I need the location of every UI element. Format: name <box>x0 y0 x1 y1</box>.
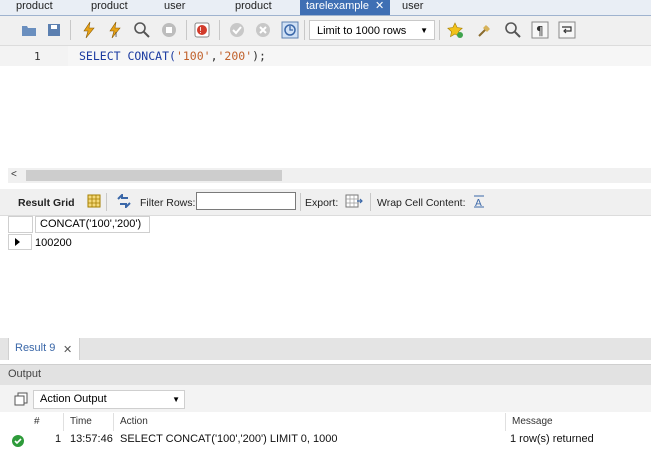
tab-product-1[interactable]: product <box>14 0 53 15</box>
svg-text:!: ! <box>199 26 202 35</box>
rollback-icon[interactable] <box>254 21 272 39</box>
svg-text:¶: ¶ <box>536 24 544 38</box>
tab-user-1[interactable]: user <box>162 0 185 15</box>
tab-label: tarelexample <box>306 0 369 12</box>
toggle-error-icon[interactable]: ! <box>193 21 211 39</box>
output-row-message: 1 row(s) returned <box>510 433 594 445</box>
result-grid-button[interactable]: Result Grid <box>18 197 75 209</box>
sql-comma: , <box>210 49 218 63</box>
wrap-cell-icon[interactable]: A <box>472 195 486 208</box>
chevron-down-icon: ▼ <box>172 395 180 404</box>
result-tab-strip <box>0 338 651 360</box>
sql-string-arg: '200' <box>217 49 253 63</box>
output-mode-label: Action Output <box>40 393 107 405</box>
sql-tail: ); <box>252 49 266 63</box>
scroll-left-icon[interactable]: < <box>11 169 17 180</box>
output-col-message[interactable]: Message <box>506 413 651 431</box>
tab-product-2[interactable]: product <box>89 0 128 15</box>
toolbar-separator <box>300 193 301 211</box>
tab-user-2[interactable]: user <box>400 0 423 15</box>
line-number: 1 <box>34 50 41 63</box>
toolbar-separator <box>439 20 440 40</box>
grid-column-header[interactable]: CONCAT('100','200') <box>35 216 150 233</box>
grid-row-selector[interactable] <box>8 234 32 250</box>
chevron-down-icon: ▼ <box>420 26 428 35</box>
filter-rows-label: Filter Rows: <box>140 197 196 209</box>
explain-icon[interactable] <box>133 21 151 39</box>
tab-product-3[interactable]: product <box>233 0 272 15</box>
sql-toolbar: I ! Limit to 1000 rows ▼ ¶ <box>0 16 651 46</box>
output-row-time: 13:57:46 <box>70 433 113 445</box>
output-row-action: SELECT CONCAT('100','200') LIMIT 0, 1000 <box>120 433 338 445</box>
grid-cell[interactable]: 100200 <box>35 237 72 249</box>
editor-tab-bar: product product user product tarelexampl… <box>0 0 651 16</box>
toolbar-separator <box>219 20 220 40</box>
output-col-num[interactable]: # <box>28 413 64 431</box>
output-panel-header <box>0 364 651 386</box>
toolbar-separator <box>106 193 107 211</box>
toolbar-separator <box>186 20 187 40</box>
tab-label: product <box>91 0 128 12</box>
tab-label: user <box>164 0 186 12</box>
grid-corner-cell <box>8 216 33 233</box>
open-folder-icon[interactable] <box>20 21 38 39</box>
output-col-action[interactable]: Action <box>114 413 506 431</box>
tab-label: product <box>16 0 53 12</box>
export-icon[interactable] <box>345 193 363 209</box>
result-tab-label[interactable]: Result 9 <box>15 342 55 354</box>
stop-icon[interactable] <box>160 21 178 39</box>
tab-label: user <box>402 0 424 12</box>
bookmark-star-icon[interactable] <box>446 21 464 39</box>
tab-label: product <box>235 0 272 12</box>
invisible-chars-icon[interactable]: ¶ <box>531 21 549 39</box>
close-icon[interactable]: ✕ <box>63 343 72 356</box>
toolbar-separator <box>70 20 71 40</box>
output-mode-select[interactable]: Action Output ▼ <box>33 390 185 409</box>
success-check-icon <box>12 435 24 447</box>
toolbar-separator <box>370 193 371 211</box>
toolbar-separator <box>304 20 305 40</box>
limit-rows-label: Limit to 1000 rows <box>317 25 407 37</box>
limit-rows-select[interactable]: Limit to 1000 rows ▼ <box>309 20 435 40</box>
save-icon[interactable] <box>45 21 63 39</box>
sql-keyword: SELECT CONCAT( <box>79 49 176 63</box>
sql-string-arg: '100' <box>175 49 211 63</box>
grid-view-icon[interactable] <box>87 194 101 208</box>
filter-rows-input[interactable] <box>196 192 296 210</box>
execute-icon[interactable] <box>80 21 98 39</box>
refresh-icon[interactable] <box>116 194 132 208</box>
wrap-cell-label: Wrap Cell Content: <box>377 197 466 209</box>
output-row-num: 1 <box>55 433 62 445</box>
execute-current-icon[interactable]: I <box>106 21 124 39</box>
sql-statement[interactable]: SELECT CONCAT('100','200'); <box>79 49 266 63</box>
output-col-time[interactable]: Time <box>64 413 114 431</box>
export-label: Export: <box>305 197 339 209</box>
copy-icon[interactable] <box>14 392 28 406</box>
commit-icon[interactable] <box>228 21 246 39</box>
output-title: Output <box>8 368 42 380</box>
tab-tarelexample[interactable]: tarelexample ✕ <box>300 0 391 15</box>
current-row-arrow-icon <box>15 238 20 246</box>
beautify-broom-icon[interactable] <box>476 21 494 39</box>
search-icon[interactable] <box>504 21 522 39</box>
wrap-lines-icon[interactable] <box>558 21 576 39</box>
close-icon[interactable]: ✕ <box>375 0 384 12</box>
svg-text:I: I <box>115 31 117 39</box>
autocommit-icon[interactable] <box>281 21 299 39</box>
scrollbar-thumb[interactable] <box>26 170 282 181</box>
